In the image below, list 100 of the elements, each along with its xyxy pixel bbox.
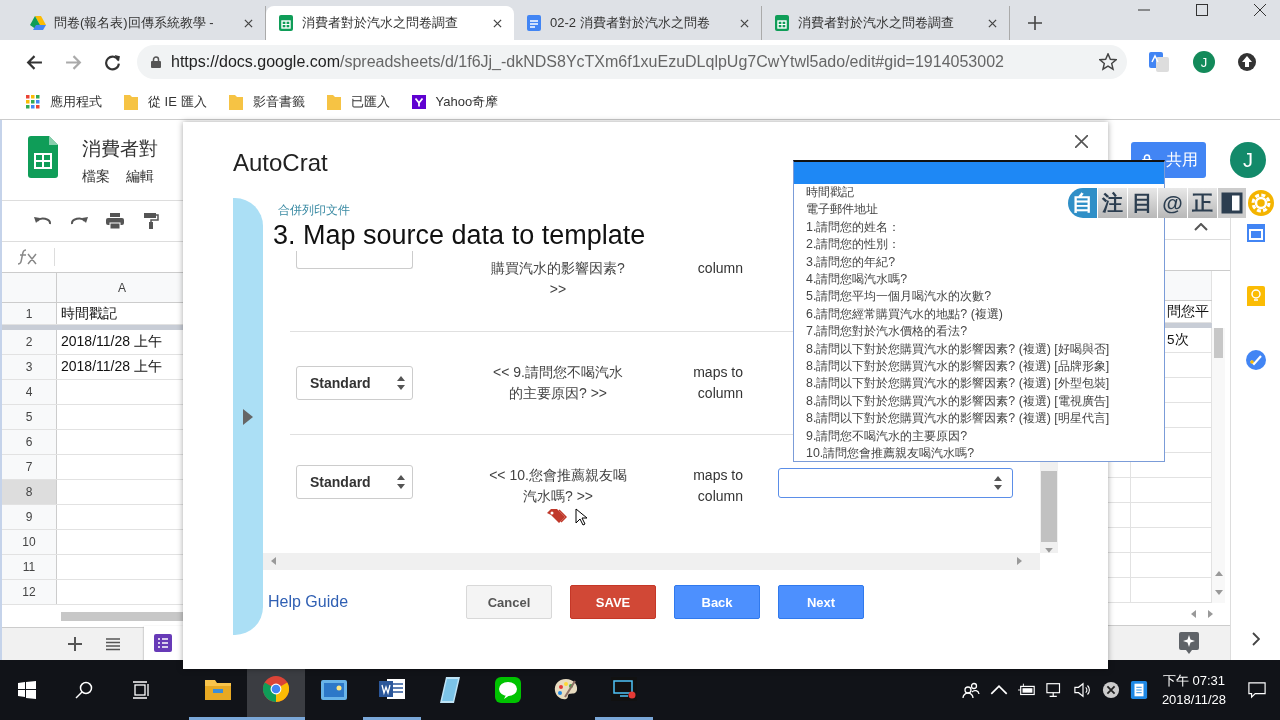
toolbar-button[interactable]: 目 [1128, 188, 1157, 218]
maps-to-label: maps to column [692, 466, 743, 506]
bookmark[interactable]: 從 IE 匯入 [124, 92, 207, 111]
dropdown-option[interactable]: 4.請問您喝汽水嗎? [794, 271, 1164, 289]
paint-format-icon[interactable] [142, 213, 160, 229]
scroll-left-icon[interactable] [1191, 610, 1196, 618]
bookmark[interactable]: 應用程式 [26, 92, 102, 111]
row-header[interactable]: 10 [2, 530, 57, 554]
windows-start-icon[interactable] [18, 681, 36, 699]
dropdown-option[interactable]: 8.請問以下對於您購買汽水的影響因素? (複選) [電視廣告] [794, 392, 1164, 411]
close-icon[interactable] [493, 18, 502, 28]
close-circle-icon[interactable] [1101, 681, 1120, 699]
print-icon[interactable] [106, 213, 124, 229]
clipboard-icon[interactable] [1129, 681, 1148, 699]
scrollbar-thumb[interactable] [1214, 328, 1223, 358]
new-tab-icon[interactable] [1028, 16, 1042, 30]
row-header[interactable]: 5 [2, 405, 57, 429]
toolbar-button[interactable]: 注 [1098, 188, 1127, 218]
sheet-tab[interactable] [144, 626, 183, 660]
task-view-icon[interactable] [132, 681, 150, 699]
extension-icon[interactable] [1237, 52, 1257, 72]
close-icon[interactable] [988, 18, 997, 28]
scroll-up-icon[interactable] [1214, 571, 1223, 576]
tasks-icon[interactable] [1245, 350, 1266, 370]
add-sheet-icon[interactable] [68, 637, 82, 651]
browser-tab[interactable]: 02-2 消費者對於汽水之問卷 [514, 6, 762, 40]
menu-item[interactable]: 檔案 [82, 168, 110, 186]
row-header[interactable]: 2 [2, 330, 57, 354]
expand-panel-icon[interactable] [1251, 632, 1260, 646]
toolbar-button[interactable]: 自 [1068, 188, 1097, 218]
row-header[interactable]: 11 [2, 555, 57, 579]
menu-icon[interactable] [106, 637, 120, 651]
scroll-right-icon[interactable] [1208, 610, 1213, 618]
bookmark[interactable]: 已匯入 [326, 92, 390, 111]
spreadsheet-logo-icon[interactable] [28, 136, 58, 178]
people-icon[interactable] [961, 681, 980, 699]
dropdown-option[interactable]: 8.請問以下對於您購買汽水的影響因素? (複選) [好喝與否] [794, 340, 1164, 359]
help-link[interactable]: Help Guide [268, 593, 349, 612]
document-title[interactable]: 消費者對 [82, 136, 158, 162]
scroll-down-icon[interactable] [1214, 590, 1223, 595]
dropdown-option[interactable]: 1.請問您的姓名： [794, 218, 1164, 237]
dropdown-option[interactable]: 10.請問您會推薦親友喝汽水嗎? [794, 445, 1164, 463]
bookmark[interactable]: Yahoo奇摩 [411, 92, 499, 111]
cancel-button[interactable]: Cancel [466, 585, 553, 620]
close-icon[interactable] [1254, 4, 1266, 16]
address-field[interactable]: https://docs.google.com/spreadsheets/d/1f6Jj_-dkNDS8YcTXm6f1xuEzuDLqlpUg7CwYtwl5ado/edit#gid=1914053002 [137, 45, 1127, 79]
tag-icon[interactable] [547, 509, 567, 525]
back-icon[interactable] [26, 53, 43, 71]
dropdown-option[interactable]: 3.請問您的年紀? [794, 253, 1164, 272]
dropdown-option[interactable]: 5.請問您平均一個月喝汽水的次數? [794, 288, 1164, 306]
column-dropdown-list[interactable] [793, 160, 1165, 462]
toolbar-button[interactable]: 正 [1188, 188, 1217, 218]
translate-icon[interactable] [1149, 52, 1169, 72]
clock[interactable]: 下午 07:31 2018/11/28 [1161, 671, 1226, 709]
mode-select[interactable]: Standard [296, 465, 413, 499]
scrollbar-thumb[interactable] [1041, 471, 1057, 542]
row-header[interactable]: 3 [2, 355, 57, 379]
toolbar-button[interactable]: @ [1158, 188, 1187, 218]
dropdown-option[interactable]: 7.請問您對於汽水價格的看法? [794, 323, 1164, 341]
star-icon[interactable] [1099, 53, 1117, 71]
volume-icon[interactable] [1073, 681, 1092, 699]
mode-select[interactable]: Standard [296, 366, 413, 400]
browser-tab[interactable]: 消費者對於汽水之問卷調查 [762, 6, 1010, 40]
row-header[interactable]: 4 [2, 380, 57, 404]
dropdown-option[interactable]: 6.請問您經常購買汽水的地點? (複選) [794, 305, 1164, 324]
dropdown-option[interactable]: 8.請問以下對於您購買汽水的影響因素? (複選) [品牌形象] [794, 358, 1164, 376]
row-header[interactable]: 9 [2, 505, 57, 529]
row-header[interactable]: 7 [2, 455, 57, 479]
dropdown-option[interactable]: 2.請問您的性別： [794, 236, 1164, 254]
merge-tag: 購買汽水的影響因素? >> [491, 258, 625, 300]
drive-icon [30, 15, 46, 31]
notification-icon[interactable] [1248, 681, 1266, 699]
profile-avatar[interactable]: J [1193, 51, 1215, 73]
row-header[interactable]: 1 [2, 303, 57, 324]
vertical-scrollbar[interactable] [1212, 328, 1225, 603]
close-icon[interactable] [740, 18, 749, 28]
row-header[interactable]: 6 [2, 430, 57, 454]
browser-tab[interactable]: 消費者對於汽水之問卷調查 [266, 6, 514, 40]
dropdown-option[interactable]: 9.請問您不喝汽水的主要原因? [794, 427, 1164, 446]
dropdown-option[interactable]: 8.請問以下對於您購買汽水的影響因素? (複選) [明星代言] [794, 410, 1164, 428]
maximize-icon[interactable] [1196, 4, 1208, 16]
save-button[interactable]: SAVE [570, 585, 657, 620]
close-icon[interactable] [1075, 135, 1088, 148]
menu-item[interactable]: 編輯 [126, 168, 154, 186]
account-avatar[interactable]: J [1230, 142, 1266, 178]
collapse-icon[interactable] [1194, 223, 1208, 231]
explore-icon[interactable] [1179, 632, 1199, 654]
bookmark[interactable]: 影音書籤 [228, 92, 305, 111]
column-select[interactable] [778, 468, 1013, 498]
half-square-icon[interactable] [1218, 188, 1246, 218]
dropdown-option[interactable]: 8.請問以下對於您購買汽水的影響因素? (複選) [外型包裝] [794, 375, 1164, 393]
yahoo-logo-icon [411, 93, 426, 110]
search-icon[interactable] [75, 681, 93, 699]
row-header[interactable]: 8 [2, 480, 57, 504]
form-icon [154, 634, 172, 652]
reload-icon[interactable] [104, 53, 121, 71]
calendar-icon[interactable] [1246, 222, 1265, 242]
scrollbar-thumb[interactable] [61, 611, 183, 621]
row-header[interactable]: 12 [2, 580, 57, 604]
close-icon[interactable] [244, 18, 253, 28]
